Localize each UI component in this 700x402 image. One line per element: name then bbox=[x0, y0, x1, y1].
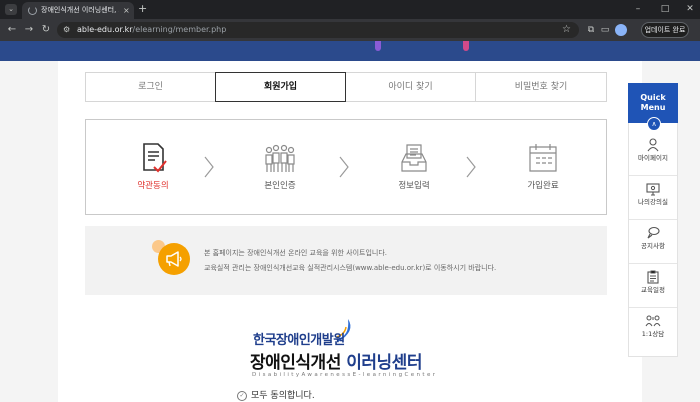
quick-item-notice[interactable]: 공지사항 bbox=[629, 220, 677, 264]
tab-search-button[interactable]: ⌄ bbox=[5, 4, 17, 15]
maximize-button[interactable]: □ bbox=[658, 2, 672, 16]
step-info-input: 정보입력 bbox=[369, 140, 459, 192]
step-verification: 본인인증 bbox=[235, 140, 325, 192]
left-margin bbox=[0, 61, 58, 402]
check-circle-icon[interactable]: ✓ bbox=[237, 391, 247, 401]
quick-item-mypage[interactable]: 마이페이지 bbox=[629, 132, 677, 176]
browser-toolbar: ← → ↻ ⚙ able-edu.or.kr/elearning/member.… bbox=[0, 19, 700, 41]
extensions-icon[interactable]: ⧉ bbox=[584, 23, 598, 37]
browser-tab-bar: ⌄ 장애인식개선 이러닝센터, 회원 × + – □ ✕ bbox=[0, 0, 700, 19]
chevron-right-icon bbox=[204, 156, 214, 178]
logo-subtitle: DisabilityAwarenessE-learningCenter bbox=[252, 372, 438, 378]
step-complete: 가입완료 bbox=[498, 140, 588, 192]
org-name: 한국장애인개발원 bbox=[253, 333, 345, 348]
step-label: 본인인증 bbox=[264, 181, 296, 191]
forward-arrow-icon[interactable]: → bbox=[22, 23, 36, 37]
notice-text: 본 홈페이지는 장애인식개선 온라인 교육을 위한 사이트입니다. bbox=[204, 249, 388, 257]
reload-icon[interactable]: ↻ bbox=[39, 23, 53, 37]
notice-text: 교육실적 관리는 장애인식개선교육 실적관리시스템(www.able-edu.o… bbox=[204, 264, 497, 272]
tab-find-password[interactable]: 비밀번호 찾기 bbox=[475, 72, 607, 102]
banner-figure-illustration bbox=[375, 41, 381, 51]
step-terms: 약관동의 bbox=[108, 140, 198, 192]
signup-steps: 약관동의 본인인증 정보입력 가입완료 bbox=[85, 119, 607, 215]
quick-item-label: 교육일정 bbox=[641, 286, 665, 294]
speech-bubble-icon bbox=[647, 226, 660, 239]
quick-item-label: 공지사항 bbox=[641, 242, 665, 250]
quick-item-classroom[interactable]: 나의강의실 bbox=[629, 176, 677, 220]
step-label: 가입완료 bbox=[527, 181, 559, 191]
chevron-up-icon[interactable]: ∧ bbox=[647, 117, 661, 131]
url-text[interactable]: able-edu.or.kr/elearning/member.php bbox=[77, 24, 226, 36]
quick-item-label: 나의강의실 bbox=[638, 198, 668, 206]
quick-menu: Quick Menu ∧ 마이페이지 나의강의실 공지사항 교육일정 1:1상담 bbox=[628, 83, 678, 357]
megaphone-icon bbox=[158, 243, 190, 275]
tab-title: 장애인식개선 이러닝센터, 회원 bbox=[41, 6, 119, 14]
info-form-icon bbox=[401, 144, 427, 172]
tab-close-icon[interactable]: × bbox=[123, 5, 130, 16]
split-view-icon[interactable]: ▭ bbox=[598, 23, 612, 37]
loading-favicon-icon bbox=[28, 6, 37, 15]
clipboard-icon bbox=[647, 270, 659, 284]
top-banner bbox=[0, 41, 700, 61]
person-icon bbox=[647, 138, 659, 152]
monitor-icon bbox=[646, 183, 660, 196]
new-tab-button[interactable]: + bbox=[138, 2, 147, 16]
banner-figure-illustration bbox=[463, 41, 469, 51]
people-group-icon bbox=[265, 144, 295, 172]
profile-avatar[interactable] bbox=[615, 24, 627, 36]
logo-title: 장애인식개선 이러닝센터 bbox=[250, 353, 422, 373]
tab-find-id[interactable]: 아이디 찾기 bbox=[345, 72, 476, 102]
tab-signup[interactable]: 회원가입 bbox=[215, 72, 346, 102]
quick-item-label: 1:1상담 bbox=[641, 330, 665, 338]
close-window-button[interactable]: ✕ bbox=[683, 2, 697, 16]
counsel-icon bbox=[645, 315, 661, 327]
step-label: 정보입력 bbox=[398, 181, 430, 191]
chevron-right-icon bbox=[466, 156, 476, 178]
calendar-complete-icon bbox=[529, 144, 557, 172]
agree-all-label[interactable]: 모두 동의합니다. bbox=[251, 390, 315, 402]
browser-tab[interactable]: 장애인식개선 이러닝센터, 회원 × bbox=[22, 2, 134, 19]
document-check-icon bbox=[143, 143, 167, 173]
address-bar[interactable]: ⚙ able-edu.or.kr/elearning/member.php ☆ bbox=[57, 22, 579, 38]
quick-item-schedule[interactable]: 교육일정 bbox=[629, 264, 677, 308]
update-button[interactable]: 업데이트 완료 bbox=[641, 22, 689, 38]
minimize-button[interactable]: – bbox=[631, 2, 645, 16]
bookmark-star-icon[interactable]: ☆ bbox=[562, 23, 571, 37]
chevron-right-icon bbox=[339, 156, 349, 178]
tab-login[interactable]: 로그인 bbox=[85, 72, 216, 102]
back-arrow-icon[interactable]: ← bbox=[5, 23, 19, 37]
notice-box: 본 홈페이지는 장애인식개선 온라인 교육을 위한 사이트입니다. 교육실적 관… bbox=[85, 226, 607, 295]
quick-item-counsel[interactable]: 1:1상담 bbox=[629, 308, 677, 352]
step-label: 약관동의 bbox=[137, 181, 169, 191]
site-info-icon[interactable]: ⚙ bbox=[63, 24, 70, 36]
quick-item-label: 마이페이지 bbox=[638, 154, 668, 162]
center-logo: 한국장애인개발원 장애인식개선 이러닝센터 DisabilityAwarenes… bbox=[250, 317, 450, 387]
